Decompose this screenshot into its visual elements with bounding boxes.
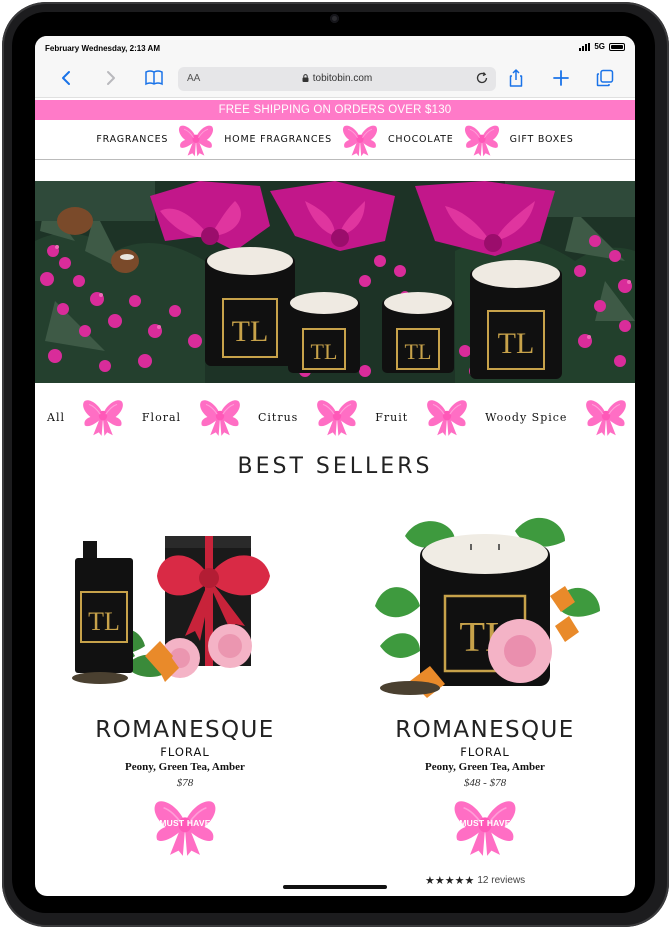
star-icon: ★ [464,875,475,887]
hero-candles-image: TL TL TL TL [35,181,635,383]
filter-all[interactable]: All [47,411,65,424]
back-button[interactable] [55,66,79,90]
home-indicator[interactable] [283,885,387,889]
star-icon: ★ [425,875,435,887]
share-button[interactable] [504,66,528,90]
candle-large-left: TL [205,247,295,366]
nav-item-home-fragrances[interactable]: HOME FRAGRANCES [220,134,336,145]
bow-icon [342,124,378,157]
product-card[interactable]: TL ROMANESQUE FLORAL Peony, Green Tea, A… [35,506,335,857]
url-text: tobitobin.com [312,73,373,84]
candle-small-1: TL [288,292,360,373]
svg-text:TL: TL [88,607,120,636]
bow-icon [464,124,500,157]
browser-toolbar: AA tobitobin.com [35,58,635,98]
main-nav: FRAGRANCES HOME FRAGRANCES CHOCOLATE GIF… [35,120,635,160]
star-icon: ★ [454,875,465,887]
product-notes: Peony, Green Tea, Amber [125,761,245,773]
tabs-button[interactable] [593,66,617,90]
product-category: FLORAL [160,745,210,759]
product-rating[interactable]: ★★★★★ 12 reviews [425,874,525,887]
share-icon [509,69,523,87]
bow-icon [316,399,358,437]
product-price: $48 - $78 [463,777,507,789]
svg-text:TL: TL [311,339,338,364]
bow-icon [585,399,627,437]
candle-large-right: TL [470,260,562,379]
nav-item-fragrances[interactable]: FRAGRANCES [92,134,172,145]
nav-item-gift-boxes[interactable]: GIFT BOXES [506,134,578,145]
plus-icon [553,70,569,86]
star-icon: ★ [444,875,455,887]
perfume-giftbox-image: TL [72,536,270,684]
lock-icon [302,74,309,82]
product-image[interactable]: TL [365,506,605,711]
must-have-badge: MUST HAVE [451,797,519,857]
network-label: 5G [594,42,605,51]
signal-icon [579,42,591,51]
must-have-label: MUST HAVE [459,818,511,828]
front-camera [330,14,339,23]
star-rating: ★★★★★ [425,874,474,887]
review-count: 12 reviews [477,875,526,886]
nav-item-chocolate[interactable]: CHOCOLATE [384,134,458,145]
candle-small-2: TL [382,292,454,373]
bow-icon [178,124,214,157]
new-tab-button[interactable] [549,66,573,90]
screen: February Wednesday, 2:13 AM 5G AA tobito… [35,36,635,896]
chevron-right-icon [107,71,115,85]
star-icon: ★ [434,875,445,887]
hero-banner[interactable]: TL TL TL TL [35,181,635,383]
product-notes: Peony, Green Tea, Amber [425,761,545,773]
address-bar[interactable]: AA tobitobin.com [178,67,496,91]
product-image[interactable]: TL [65,506,305,711]
product-card[interactable]: TL ROMANESQUE FLORAL Peony, Green Tea, A… [335,506,635,857]
forward-button[interactable] [98,66,122,90]
bow-icon [426,399,468,437]
filter-floral[interactable]: Floral [142,411,181,424]
promo-banner[interactable]: FREE SHIPPING ON ORDERS OVER $130 [35,100,635,120]
svg-text:TL: TL [232,315,269,348]
svg-text:TL: TL [498,327,535,360]
bookmarks-button[interactable] [142,66,166,90]
svg-text:TL: TL [405,339,432,364]
status-time: February Wednesday, 2:13 AM [45,44,160,53]
filter-woody-spice[interactable]: Woody Spice [485,411,567,424]
bow-icon [199,399,240,437]
tabs-icon [596,69,614,87]
status-indicators: 5G [579,42,625,51]
book-icon [145,70,163,86]
product-category: FLORAL [460,745,510,759]
filter-fruit[interactable]: Fruit [375,411,408,424]
product-price: $78 [176,777,194,789]
candle-product-image: TL [375,517,600,698]
must-have-badge: MUST HAVE [151,797,219,857]
bow-icon [83,399,124,437]
must-have-label: MUST HAVE [159,818,211,828]
product-name[interactable]: ROMANESQUE [335,717,635,743]
section-title: BEST SELLERS [237,454,433,479]
filter-citrus[interactable]: Citrus [258,411,298,424]
status-bar: February Wednesday, 2:13 AM 5G [35,36,635,58]
product-name[interactable]: ROMANESQUE [35,717,335,743]
reload-icon[interactable] [475,71,489,85]
battery-icon [609,42,625,51]
category-filters: All Floral Citrus Fruit Woody Spice [35,391,635,443]
chevron-left-icon [62,71,70,85]
url-display[interactable]: tobitobin.com [178,73,496,84]
